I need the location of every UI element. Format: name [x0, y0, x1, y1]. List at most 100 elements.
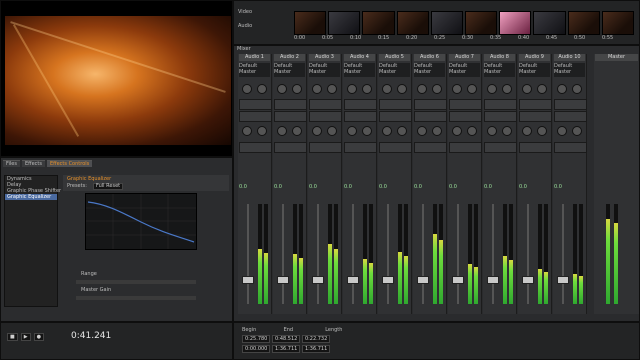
- pan-knob[interactable]: [347, 84, 357, 94]
- volume-knob[interactable]: [397, 84, 407, 94]
- channel-io[interactable]: Default Master: [554, 63, 585, 77]
- fader-handle[interactable]: [347, 276, 359, 284]
- channel-output[interactable]: Master: [379, 69, 410, 75]
- channel-name[interactable]: Audio 3: [309, 54, 340, 61]
- effect-slot[interactable]: [379, 111, 412, 122]
- send-knob[interactable]: [277, 126, 287, 136]
- view-begin[interactable]: 0:00.000: [242, 345, 271, 353]
- volume-knob[interactable]: [327, 84, 337, 94]
- effect-slot[interactable]: [554, 99, 587, 110]
- pan-knob[interactable]: [557, 84, 567, 94]
- effect-slot[interactable]: [274, 111, 307, 122]
- pan-knob[interactable]: [522, 84, 532, 94]
- effect-slot[interactable]: [379, 99, 412, 110]
- send-knob[interactable]: [522, 126, 532, 136]
- eq-curve-graph[interactable]: [85, 193, 197, 250]
- send-knob[interactable]: [417, 126, 427, 136]
- effect-slot[interactable]: [554, 111, 587, 122]
- selection-begin[interactable]: 0:25.780: [242, 335, 271, 343]
- effect-slot[interactable]: [414, 111, 447, 122]
- send-knob[interactable]: [292, 126, 302, 136]
- send-knob[interactable]: [487, 126, 497, 136]
- channel-io[interactable]: Default Master: [274, 63, 305, 77]
- effect-slot[interactable]: [309, 99, 342, 110]
- effect-slot[interactable]: [519, 99, 552, 110]
- channel-io[interactable]: Default Master: [309, 63, 340, 77]
- fader-handle[interactable]: [382, 276, 394, 284]
- send-knob[interactable]: [312, 126, 322, 136]
- effect-slot[interactable]: [484, 111, 517, 122]
- channel-name[interactable]: Audio 2: [274, 54, 305, 61]
- send-knob[interactable]: [382, 126, 392, 136]
- send-knob[interactable]: [257, 126, 267, 136]
- pan-knob[interactable]: [452, 84, 462, 94]
- channel-io[interactable]: Default Master: [239, 63, 270, 77]
- eq-slot[interactable]: [239, 142, 272, 153]
- gain-slider[interactable]: [76, 296, 196, 300]
- effect-slot[interactable]: [449, 99, 482, 110]
- send-knob[interactable]: [327, 126, 337, 136]
- volume-knob[interactable]: [537, 84, 547, 94]
- eq-slot[interactable]: [309, 142, 342, 153]
- send-knob[interactable]: [502, 126, 512, 136]
- selection-length[interactable]: 0:22.732: [301, 335, 331, 343]
- channel-output[interactable]: Master: [309, 69, 340, 75]
- channel-io[interactable]: Default Master: [379, 63, 410, 77]
- play-button[interactable]: ▶: [20, 333, 31, 341]
- channel-name[interactable]: Audio 10: [554, 54, 585, 61]
- fader-handle[interactable]: [487, 276, 499, 284]
- tab-files[interactable]: Files: [3, 160, 20, 167]
- effect-slot[interactable]: [239, 111, 272, 122]
- pan-knob[interactable]: [312, 84, 322, 94]
- preset-dropdown[interactable]: Full Reset: [93, 183, 124, 190]
- eq-slot[interactable]: [274, 142, 307, 153]
- eq-slot[interactable]: [344, 142, 377, 153]
- fader-handle[interactable]: [277, 276, 289, 284]
- send-knob[interactable]: [452, 126, 462, 136]
- pan-knob[interactable]: [277, 84, 287, 94]
- effect-slot[interactable]: [309, 111, 342, 122]
- timeline-panel[interactable]: Video Audio 0:00 0:05 0:10 0:15 0:20 0:25 0:30…: [233, 0, 640, 45]
- eq-slot[interactable]: [449, 142, 482, 153]
- channel-output[interactable]: Master: [449, 69, 480, 75]
- eq-slot[interactable]: [414, 142, 447, 153]
- pan-knob[interactable]: [242, 84, 252, 94]
- video-track-thumbnails[interactable]: [294, 11, 635, 35]
- effect-slot[interactable]: [274, 99, 307, 110]
- volume-knob[interactable]: [257, 84, 267, 94]
- pan-knob[interactable]: [487, 84, 497, 94]
- time-ruler[interactable]: 0:00 0:05 0:10 0:15 0:20 0:25 0:30 0:35 0:40 0:45…: [294, 35, 634, 43]
- volume-knob[interactable]: [432, 84, 442, 94]
- channel-io[interactable]: Default Master: [414, 63, 445, 77]
- effect-slot[interactable]: [449, 111, 482, 122]
- stop-button[interactable]: ■: [7, 333, 18, 341]
- fader-handle[interactable]: [242, 276, 254, 284]
- channel-io[interactable]: Default Master: [449, 63, 480, 77]
- fader-handle[interactable]: [312, 276, 324, 284]
- send-knob[interactable]: [432, 126, 442, 136]
- send-knob[interactable]: [242, 126, 252, 136]
- channel-output[interactable]: Master: [519, 69, 550, 75]
- channel-io[interactable]: Default Master: [519, 63, 550, 77]
- view-end[interactable]: 1:36.711: [271, 345, 301, 353]
- effect-slot[interactable]: [414, 99, 447, 110]
- fader-handle[interactable]: [522, 276, 534, 284]
- channel-name[interactable]: Audio 6: [414, 54, 445, 61]
- effect-slot[interactable]: [239, 99, 272, 110]
- effect-slot[interactable]: [519, 111, 552, 122]
- view-length[interactable]: 1:36.711: [301, 345, 331, 353]
- fader-handle[interactable]: [452, 276, 464, 284]
- send-knob[interactable]: [467, 126, 477, 136]
- channel-name[interactable]: Audio 4: [344, 54, 375, 61]
- channel-output[interactable]: Master: [414, 69, 445, 75]
- eq-slot[interactable]: [554, 142, 587, 153]
- record-button[interactable]: ●: [33, 333, 44, 341]
- send-knob[interactable]: [362, 126, 372, 136]
- channel-name[interactable]: Audio 1: [239, 54, 270, 61]
- channel-output[interactable]: Master: [274, 69, 305, 75]
- effect-list-item[interactable]: Graphic Equalizer: [5, 194, 57, 200]
- send-knob[interactable]: [572, 126, 582, 136]
- channel-output[interactable]: Master: [484, 69, 515, 75]
- send-knob[interactable]: [397, 126, 407, 136]
- volume-knob[interactable]: [502, 84, 512, 94]
